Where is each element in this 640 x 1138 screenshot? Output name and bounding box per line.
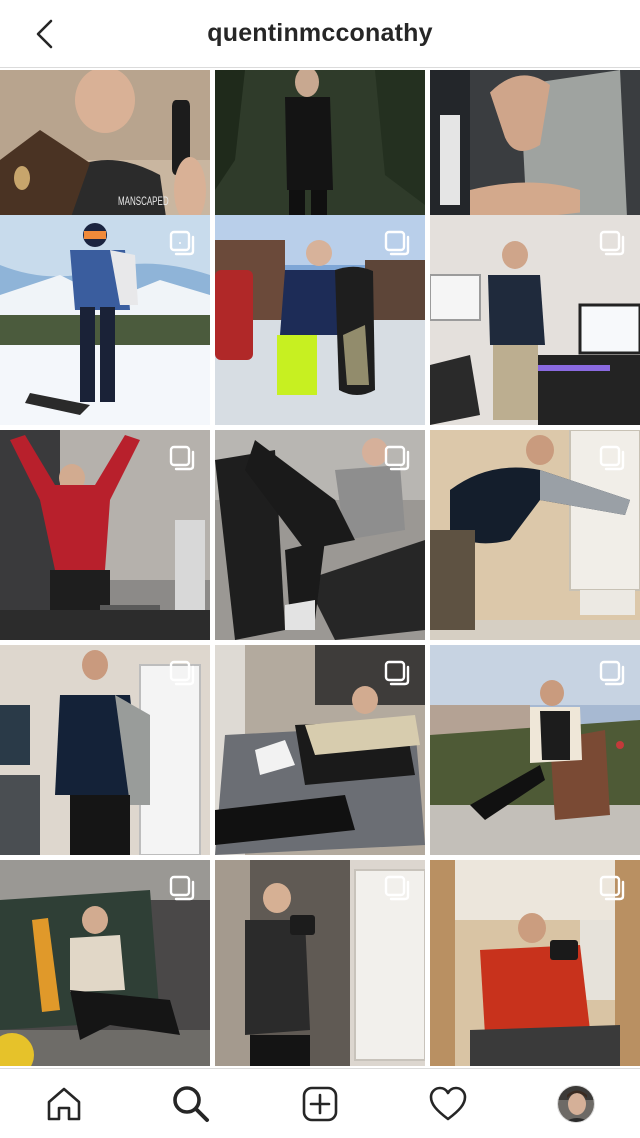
profile-username: quentinmcconathy: [207, 19, 433, 47]
profile-avatar: [557, 1085, 595, 1123]
activity-heart-icon: [429, 1086, 467, 1121]
post-tile[interactable]: [215, 430, 425, 640]
multiple-photos-icon: [384, 660, 410, 686]
post-grid: MANSCAPED: [0, 70, 640, 1066]
post-tile[interactable]: [0, 645, 210, 855]
post-tile[interactable]: [0, 215, 210, 425]
multiple-photos-icon: [169, 875, 195, 901]
multiple-photos-icon: [599, 230, 625, 256]
avatar-image: [558, 1086, 594, 1122]
post-tile[interactable]: [430, 215, 640, 425]
shirt-text: MANSCAPED: [118, 196, 169, 209]
tab-home[interactable]: [43, 1083, 85, 1125]
profile-header: quentinmcconathy: [0, 0, 640, 68]
post-tile[interactable]: [430, 430, 640, 640]
multiple-photos-icon: [169, 660, 195, 686]
post-tile[interactable]: [215, 645, 425, 855]
multiple-photos-icon: [384, 875, 410, 901]
post-tile[interactable]: [0, 430, 210, 640]
multiple-photos-icon: [599, 875, 625, 901]
multiple-photos-icon: [384, 445, 410, 471]
tab-new-post[interactable]: [299, 1083, 341, 1125]
new-post-icon: [302, 1086, 338, 1122]
multiple-photos-icon: [169, 445, 195, 471]
multiple-photos-icon: [169, 230, 195, 256]
post-tile[interactable]: [430, 860, 640, 1066]
home-icon: [47, 1087, 81, 1121]
post-tile[interactable]: [215, 215, 425, 425]
tab-activity[interactable]: [427, 1083, 469, 1125]
tab-search[interactable]: [170, 1083, 212, 1125]
multiple-photos-icon: [599, 445, 625, 471]
multiple-photos-icon: [384, 230, 410, 256]
tab-profile[interactable]: [555, 1083, 597, 1125]
chevron-left-icon: [36, 19, 53, 49]
post-tile[interactable]: [0, 860, 210, 1066]
back-button[interactable]: [28, 18, 60, 50]
search-icon: [173, 1086, 209, 1122]
bottom-tab-bar: [0, 1068, 640, 1138]
multiple-photos-icon: [599, 660, 625, 686]
post-tile[interactable]: [430, 645, 640, 855]
post-tile[interactable]: [215, 860, 425, 1066]
